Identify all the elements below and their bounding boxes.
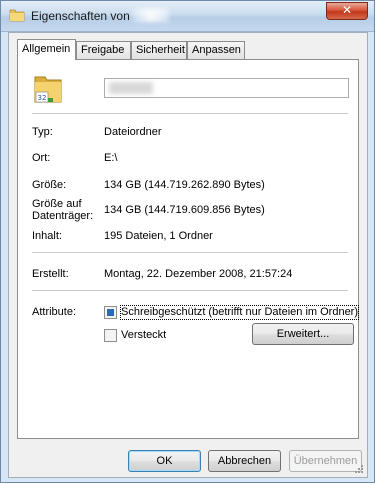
hidden-checkbox-label[interactable]: Versteckt xyxy=(121,329,166,342)
advanced-button[interactable]: Erweitert... xyxy=(252,323,354,345)
folder-name-input[interactable] xyxy=(104,78,349,98)
size-value: 134 GB (144.719.262.890 Bytes) xyxy=(104,179,265,191)
readonly-checkbox-label[interactable]: Schreibgeschützt (betrifft nur Dateien i… xyxy=(119,305,360,320)
separator xyxy=(32,113,348,114)
dialog-client-area: Allgemein Freigabe Sicherheit Anpassen 3… xyxy=(8,32,368,478)
tab-freigabe[interactable]: Freigabe xyxy=(76,41,131,59)
hidden-checkbox[interactable] xyxy=(104,329,117,342)
separator xyxy=(32,290,348,291)
properties-dialog: Eigenschaften von ✕ Allgemein Freigabe S… xyxy=(0,0,375,483)
contents-value: 195 Dateien, 1 Ordner xyxy=(104,230,213,242)
created-label: Erstellt: xyxy=(32,268,69,280)
title-bar[interactable]: Eigenschaften von ✕ xyxy=(1,1,374,32)
tab-allgemein[interactable]: Allgemein xyxy=(17,39,76,60)
close-button[interactable]: ✕ xyxy=(326,2,368,20)
location-label: Ort: xyxy=(32,152,51,164)
apply-button[interactable]: Übernehmen xyxy=(289,450,362,472)
created-value: Montag, 22. Dezember 2008, 21:57:24 xyxy=(104,268,293,280)
cancel-button[interactable]: Abbrechen xyxy=(208,450,281,472)
tab-anpassen[interactable]: Anpassen xyxy=(187,41,245,59)
size-label: Größe: xyxy=(32,179,67,191)
tab-panel-allgemein: 32 Typ: Dateiordner Ort: E:\ Größe: 134 … xyxy=(17,59,360,439)
type-value: Dateiordner xyxy=(104,126,162,138)
size-on-disk-value: 134 GB (144.719.609.856 Bytes) xyxy=(104,204,265,216)
contents-label: Inhalt: xyxy=(32,230,62,242)
resize-grip-icon[interactable] xyxy=(353,463,364,474)
close-icon: ✕ xyxy=(341,3,353,17)
size-on-disk-label: Größe auf Datenträger: xyxy=(32,198,94,222)
ok-button[interactable]: OK xyxy=(128,450,201,472)
readonly-checkbox[interactable] xyxy=(104,306,117,319)
large-folder-icon: 32 xyxy=(34,76,62,103)
folder-name-redacted xyxy=(109,82,153,94)
location-value: E:\ xyxy=(104,152,118,164)
title-name-redacted xyxy=(133,8,169,22)
type-label: Typ: xyxy=(32,126,53,138)
window-title: Eigenschaften von xyxy=(31,9,130,23)
folder-icon xyxy=(9,9,25,22)
separator xyxy=(32,252,348,253)
attributes-label: Attribute: xyxy=(32,306,77,318)
tab-sicherheit[interactable]: Sicherheit xyxy=(131,41,187,59)
svg-text:32: 32 xyxy=(38,94,47,102)
